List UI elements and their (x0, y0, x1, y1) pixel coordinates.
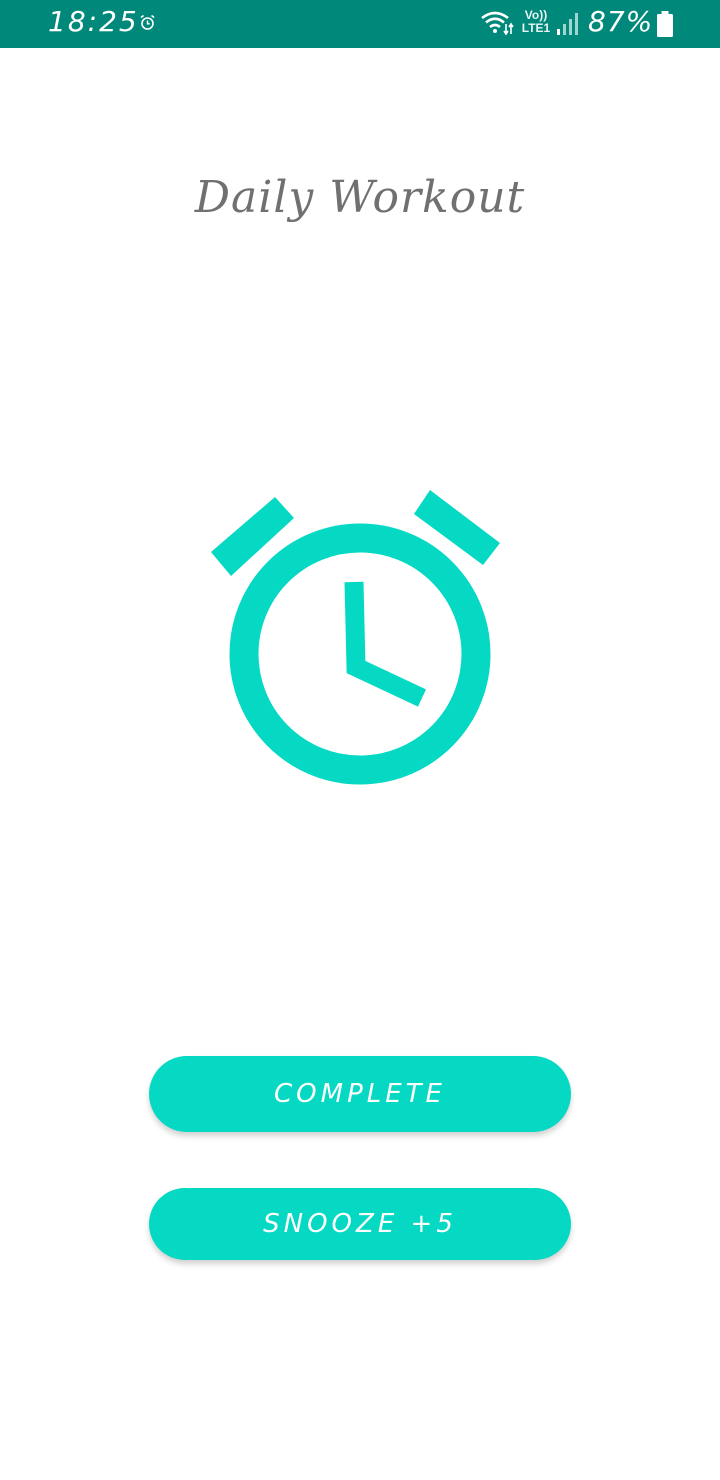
battery-icon (657, 11, 673, 37)
battery-percent: 87% (588, 5, 654, 38)
complete-button[interactable]: COMPLETE (149, 1056, 571, 1132)
status-time: 18:25 (48, 5, 139, 38)
page-title: Daily Workout (194, 172, 526, 223)
signal-icon (557, 13, 578, 35)
network-type: Vo)) LTE1 (519, 9, 553, 35)
alarm-clock-icon (211, 490, 500, 785)
status-bar: 18:25 Vo)) LTE1 87% (0, 0, 720, 48)
wifi-icon (481, 11, 514, 36)
alarm-icon (140, 14, 155, 30)
network-lte-label: LTE1 (521, 21, 551, 35)
snooze-button[interactable]: SNOOZE +5 (149, 1188, 571, 1260)
